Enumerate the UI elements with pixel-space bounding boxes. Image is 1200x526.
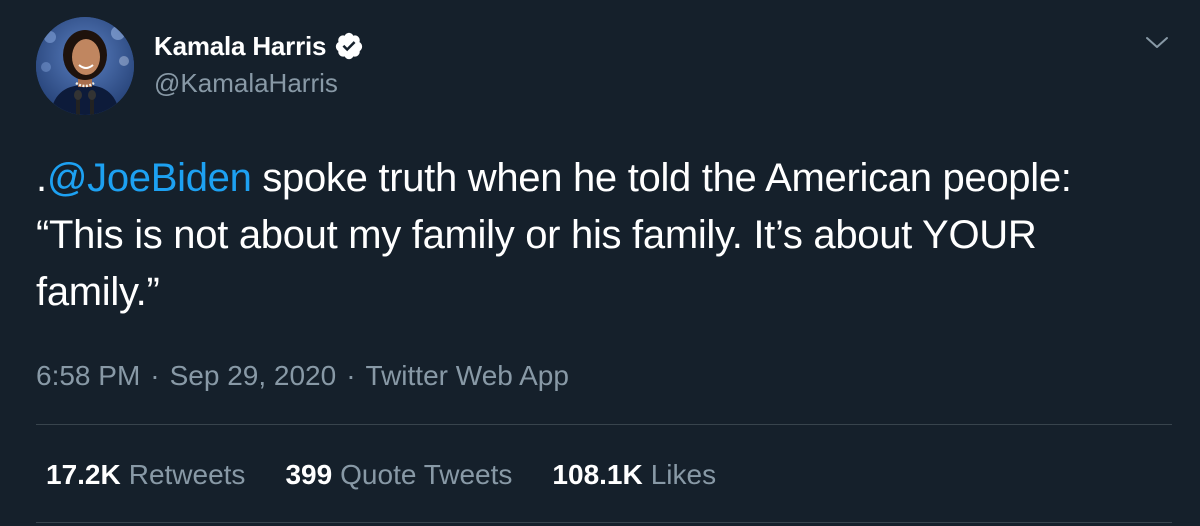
verified-badge-icon xyxy=(334,31,364,61)
author-display-name[interactable]: Kamala Harris xyxy=(154,31,326,62)
quote-tweets-stat[interactable]: 399 Quote Tweets xyxy=(285,459,512,491)
mention-link[interactable]: @JoeBiden xyxy=(47,156,252,200)
author-handle[interactable]: @KamalaHarris xyxy=(154,68,338,99)
author-name-row[interactable]: Kamala Harris xyxy=(154,28,364,64)
likes-label: Likes xyxy=(650,459,717,490)
retweets-count: 17.2K xyxy=(46,459,121,490)
engagement-stats: 17.2K Retweets 399 Quote Tweets 108.1K L… xyxy=(46,456,756,494)
tweet-text-prefix: . xyxy=(36,156,47,200)
tweet-meta: 6:58 PM · Sep 29, 2020 · Twitter Web App xyxy=(36,358,569,394)
likes-stat[interactable]: 108.1K Likes xyxy=(552,459,716,491)
avatar[interactable] xyxy=(36,17,134,115)
quote-tweets-count: 399 xyxy=(285,459,333,490)
avatar-photo xyxy=(36,17,134,115)
divider xyxy=(36,424,1172,425)
retweets-stat[interactable]: 17.2K Retweets xyxy=(46,459,245,491)
retweets-label: Retweets xyxy=(128,459,246,490)
meta-separator: · xyxy=(150,360,160,391)
tweet-date[interactable]: Sep 29, 2020 xyxy=(170,360,337,392)
likes-count: 108.1K xyxy=(552,459,643,490)
quote-tweets-label: Quote Tweets xyxy=(340,459,513,490)
tweet-source[interactable]: Twitter Web App xyxy=(366,360,569,392)
tweet-card: Kamala Harris @KamalaHarris .@JoeBiden s… xyxy=(0,0,1200,526)
tweet-text: .@JoeBiden spoke truth when he told the … xyxy=(36,150,1156,321)
divider xyxy=(36,522,1172,523)
tweet-time[interactable]: 6:58 PM xyxy=(36,360,140,392)
meta-separator: · xyxy=(346,360,356,391)
chevron-down-icon[interactable] xyxy=(1144,32,1170,54)
